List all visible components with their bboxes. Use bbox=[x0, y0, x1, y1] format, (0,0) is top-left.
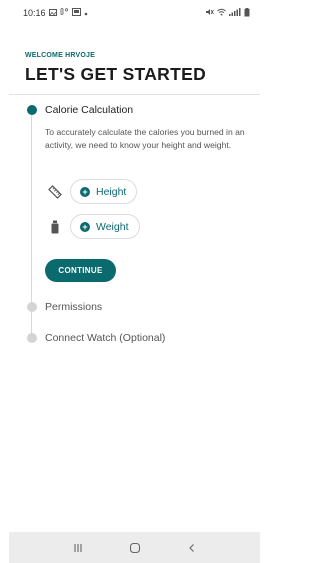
dot-icon bbox=[84, 9, 88, 18]
status-bar: 10:16 bbox=[9, 0, 260, 26]
app-screen: 10:16 WELCOME HRVOJE LET'S GET STARTED C… bbox=[9, 0, 260, 563]
step-description: To accurately calculate the calories you… bbox=[45, 127, 245, 150]
weight-icon bbox=[45, 217, 65, 237]
ruler-icon bbox=[45, 182, 65, 202]
step-indicator-inactive bbox=[26, 333, 37, 343]
step-indicator-inactive bbox=[26, 302, 37, 312]
screenshot-icon bbox=[71, 8, 81, 18]
image-icon bbox=[48, 8, 57, 18]
back-icon[interactable] bbox=[182, 538, 202, 558]
signal-icon bbox=[229, 8, 241, 18]
status-right bbox=[205, 7, 250, 19]
height-label: Height bbox=[96, 185, 127, 198]
plus-icon: + bbox=[80, 221, 90, 232]
plus-icon: + bbox=[80, 186, 90, 197]
status-time: 10:16 bbox=[23, 8, 46, 18]
add-weight-button[interactable]: + Weight bbox=[70, 214, 140, 239]
wifi-icon bbox=[217, 8, 226, 18]
add-height-button[interactable]: + Height bbox=[70, 179, 138, 204]
status-left: 10:16 bbox=[23, 8, 88, 18]
weight-row: + Weight bbox=[45, 214, 140, 239]
system-nav-bar bbox=[9, 532, 260, 563]
home-icon[interactable] bbox=[125, 538, 145, 558]
welcome-label: WELCOME HRVOJE bbox=[25, 52, 95, 59]
step-connect-watch[interactable]: Connect Watch (Optional) bbox=[45, 332, 165, 344]
battery-icon bbox=[244, 7, 250, 19]
page-title: LET'S GET STARTED bbox=[25, 64, 207, 84]
height-row: + Height bbox=[45, 179, 138, 204]
temperature-icon bbox=[60, 8, 69, 18]
step-permissions[interactable]: Permissions bbox=[45, 301, 102, 313]
weight-label: Weight bbox=[96, 220, 129, 233]
continue-button[interactable]: CONTINUE bbox=[45, 259, 116, 282]
mute-icon bbox=[205, 8, 214, 18]
step-indicator-active bbox=[26, 105, 37, 115]
recent-apps-icon[interactable] bbox=[68, 538, 88, 558]
step-calorie-calculation[interactable]: Calorie Calculation bbox=[45, 104, 133, 116]
header-divider bbox=[9, 94, 260, 95]
